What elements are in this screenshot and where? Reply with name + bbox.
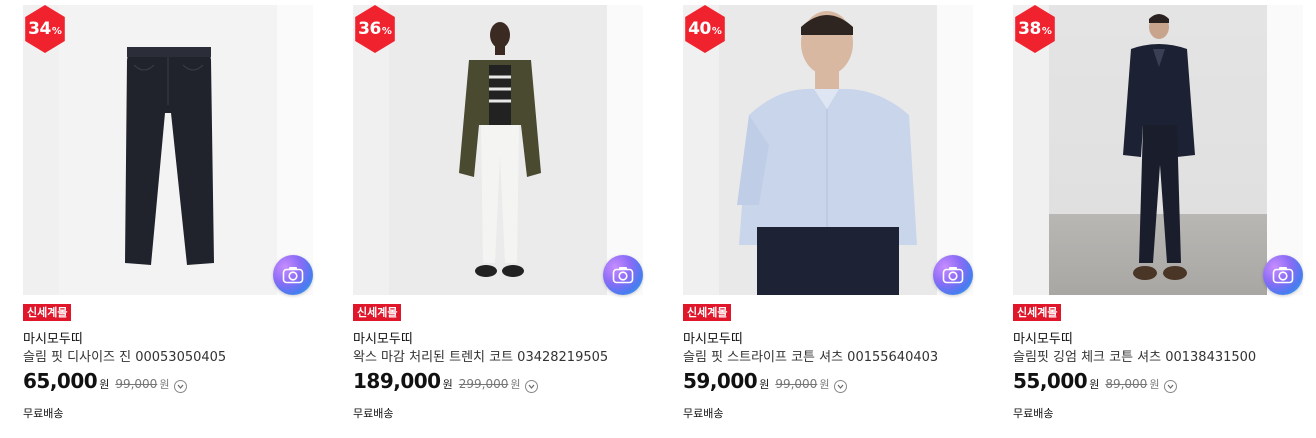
currency-label: 원 <box>1149 378 1160 391</box>
brand-name[interactable]: 마시모두띠 <box>353 328 413 347</box>
product-card[interactable]: 38% 신세계몰 마시모두띠 슬림핏 깅엄 체크 코튼 셔츠 001384315… <box>1013 0 1305 438</box>
currency-label: 원 <box>1089 378 1100 391</box>
price-row: 65,000 원 99,000 원 <box>23 369 188 393</box>
product-name[interactable]: 슬림 핏 디사이즈 진 00053050405 <box>23 346 226 365</box>
product-grid: 34% 신세계몰 마시모두띠 슬림 핏 디사이즈 진 00053050405 6… <box>0 0 1316 438</box>
sale-price: 59,000 <box>683 369 758 393</box>
currency-label: 원 <box>759 378 770 391</box>
brand-name[interactable]: 마시모두띠 <box>1013 328 1073 347</box>
original-price: 89,000 <box>1105 377 1148 391</box>
sale-price: 189,000 <box>353 369 441 393</box>
sale-price: 65,000 <box>23 369 98 393</box>
image-search-button[interactable] <box>603 255 643 295</box>
product-image[interactable] <box>683 5 973 295</box>
brand-name[interactable]: 마시모두띠 <box>683 328 743 347</box>
chevron-down-circle-icon[interactable] <box>1164 380 1178 393</box>
shipping-label: 무료배송 <box>683 407 724 420</box>
product-name[interactable]: 슬림 핏 스트라이프 코튼 셔츠 00155640403 <box>683 346 938 365</box>
camera-icon <box>282 267 304 284</box>
image-search-button[interactable] <box>933 255 973 295</box>
currency-label: 원 <box>159 378 170 391</box>
brand-name[interactable]: 마시모두띠 <box>23 328 83 347</box>
product-card[interactable]: 40% 신세계몰 마시모두띠 슬림 핏 스트라이프 코튼 셔츠 00155640… <box>683 0 975 438</box>
product-image[interactable] <box>353 5 643 295</box>
camera-icon <box>942 267 964 284</box>
currency-label: 원 <box>99 378 110 391</box>
currency-label: 원 <box>819 378 830 391</box>
image-search-button[interactable] <box>1263 255 1303 295</box>
camera-icon <box>612 267 634 284</box>
price-row: 59,000 원 99,000 원 <box>683 369 848 393</box>
shipping-label: 무료배송 <box>23 407 64 420</box>
store-badge: 신세계몰 <box>353 304 402 321</box>
product-image[interactable] <box>23 5 313 295</box>
original-price: 99,000 <box>115 377 158 391</box>
shipping-label: 무료배송 <box>353 407 394 420</box>
product-card[interactable]: 34% 신세계몰 마시모두띠 슬림 핏 디사이즈 진 00053050405 6… <box>23 0 315 438</box>
sale-price: 55,000 <box>1013 369 1088 393</box>
product-card[interactable]: 36% 신세계몰 마시모두띠 왁스 마감 처리된 트렌치 코트 03428219… <box>353 0 645 438</box>
shipping-label: 무료배송 <box>1013 407 1054 420</box>
product-name[interactable]: 왁스 마감 처리된 트렌치 코트 03428219505 <box>353 346 608 365</box>
image-search-button[interactable] <box>273 255 313 295</box>
camera-icon <box>1272 267 1294 284</box>
product-name[interactable]: 슬림핏 깅엄 체크 코튼 셔츠 00138431500 <box>1013 346 1256 365</box>
currency-label: 원 <box>510 378 521 391</box>
store-badge: 신세계몰 <box>683 304 732 321</box>
original-price: 299,000 <box>458 377 509 391</box>
price-row: 189,000 원 299,000 원 <box>353 369 539 393</box>
chevron-down-circle-icon[interactable] <box>525 380 539 393</box>
price-row: 55,000 원 89,000 원 <box>1013 369 1178 393</box>
currency-label: 원 <box>442 378 453 391</box>
original-price: 99,000 <box>775 377 818 391</box>
chevron-down-circle-icon[interactable] <box>834 380 848 393</box>
chevron-down-circle-icon[interactable] <box>174 380 188 393</box>
store-badge: 신세계몰 <box>1013 304 1062 321</box>
store-badge: 신세계몰 <box>23 304 72 321</box>
product-image[interactable] <box>1013 5 1303 295</box>
